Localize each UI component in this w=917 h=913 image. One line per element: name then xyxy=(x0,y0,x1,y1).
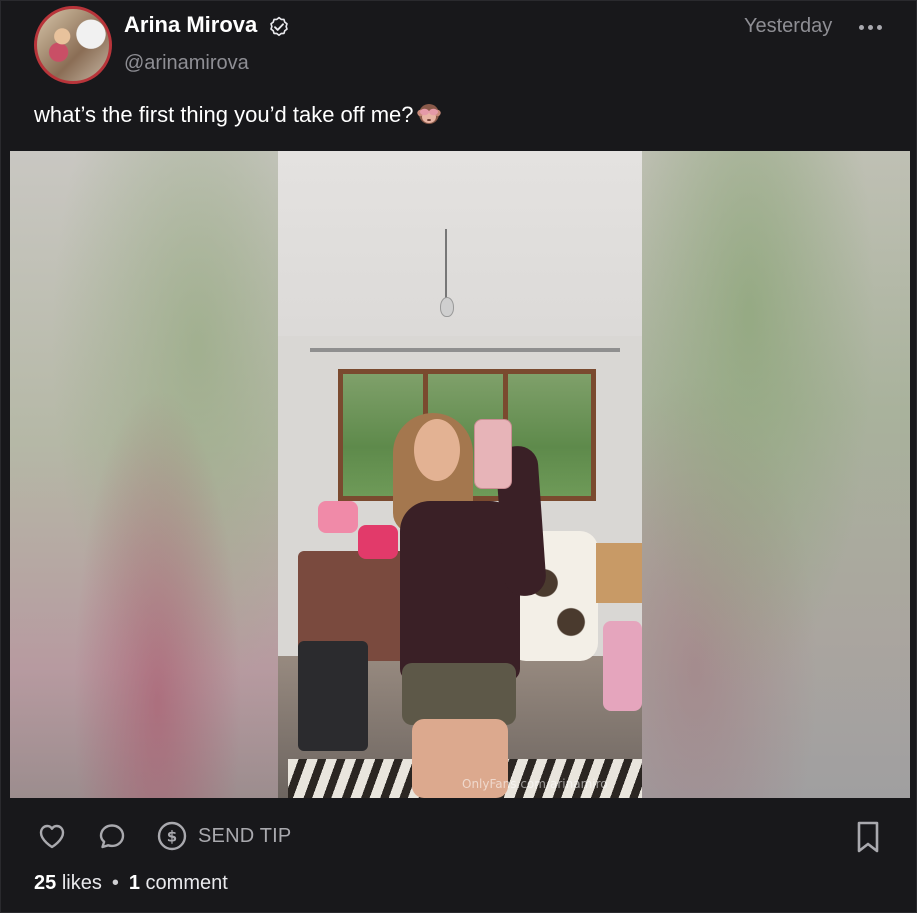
stats-separator: • xyxy=(111,872,119,894)
post-card: Arina Mirova @arinamirova Yesterday what… xyxy=(0,0,917,913)
likes-count-link[interactable]: 25 likes xyxy=(34,872,102,894)
post-stats: 25 likes • 1 comment xyxy=(34,872,228,895)
more-options-icon[interactable] xyxy=(858,14,884,40)
send-tip-button[interactable]: $ SEND TIP xyxy=(156,820,291,852)
post-timestamp[interactable]: Yesterday xyxy=(744,15,832,38)
comments-count-link[interactable]: 1 comment xyxy=(129,872,228,894)
comment-bubble-icon[interactable] xyxy=(96,820,128,852)
post-photo[interactable]: OnlyFans.com/arinamiro xyxy=(278,151,642,798)
heart-icon[interactable] xyxy=(36,820,68,852)
svg-text:$: $ xyxy=(167,828,177,846)
likes-count: 25 xyxy=(34,872,57,894)
bookmark-icon[interactable] xyxy=(854,820,882,854)
author-display-name[interactable]: Arina Mirova xyxy=(124,12,257,38)
media-blur-backdrop-left xyxy=(10,151,278,798)
media-watermark: OnlyFans.com/arinamiro xyxy=(462,777,608,791)
post-media[interactable]: OnlyFans.com/arinamiro xyxy=(10,151,910,798)
comments-count: 1 xyxy=(128,872,140,894)
likes-label: likes xyxy=(61,872,102,894)
media-blur-backdrop-right xyxy=(642,151,910,798)
post-caption: what’s the first thing you’d take off me… xyxy=(34,101,442,128)
author-handle[interactable]: @arinamirova xyxy=(124,52,249,75)
avatar[interactable] xyxy=(34,6,112,84)
send-tip-label: SEND TIP xyxy=(198,824,292,847)
dollar-coin-icon: $ xyxy=(157,821,187,851)
comments-label: comment xyxy=(145,872,228,894)
verified-badge-icon xyxy=(270,16,288,37)
see-no-evil-monkey-icon xyxy=(416,104,441,124)
caption-text: what’s the first thing you’d take off me… xyxy=(34,102,414,127)
